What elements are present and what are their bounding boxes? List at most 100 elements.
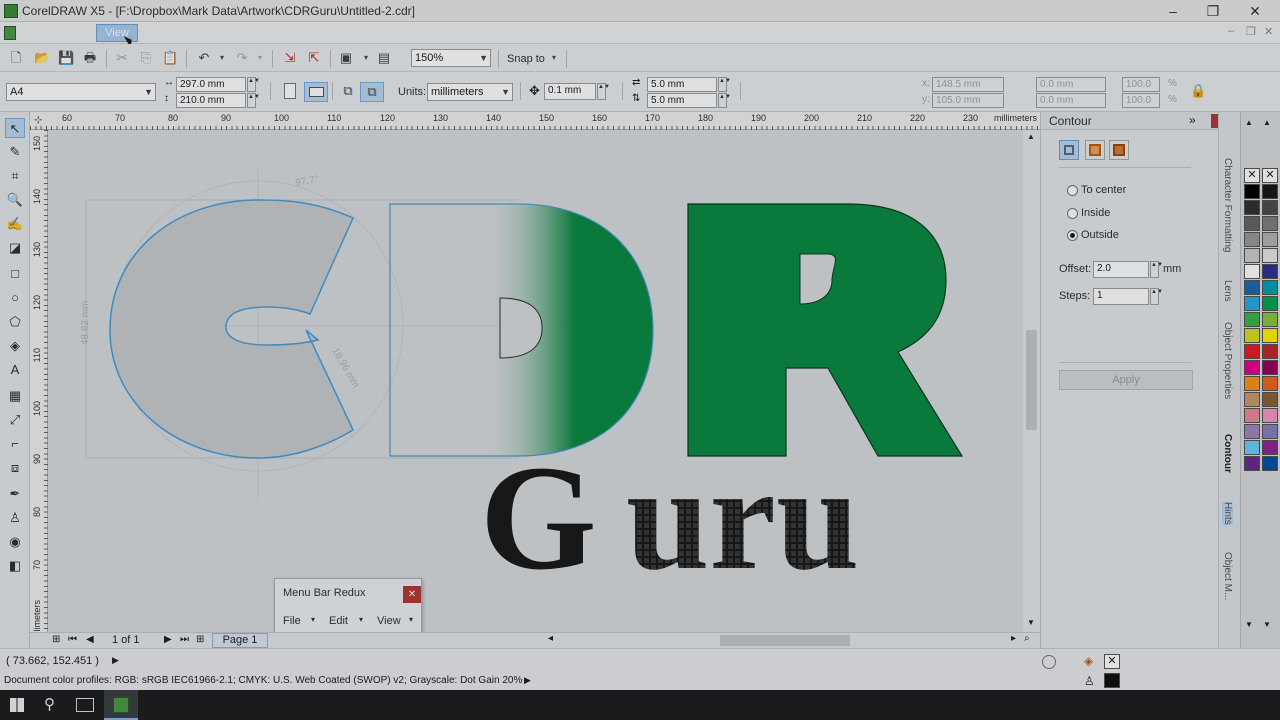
- scroll-right-icon[interactable]: ▸: [1011, 633, 1016, 644]
- expand-status-icon[interactable]: ▶: [112, 655, 119, 666]
- connector-tool-icon[interactable]: ⌐: [5, 434, 25, 454]
- duplicate-x-spinner[interactable]: ▲▼: [718, 77, 731, 92]
- fill-tool-icon[interactable]: ◉: [5, 532, 25, 552]
- palette-swatch[interactable]: [1244, 312, 1260, 327]
- palette-swatch[interactable]: [1262, 344, 1278, 359]
- paper-type-combo[interactable]: A4 ▼: [6, 83, 156, 101]
- nudge-distance-field[interactable]: 0.1 mm: [544, 83, 596, 100]
- duplicate-y-field[interactable]: 5.0 mm: [647, 93, 717, 108]
- steps-field[interactable]: 1: [1093, 288, 1149, 305]
- open-icon[interactable]: 📂: [34, 50, 50, 66]
- print-icon[interactable]: 🖶: [82, 50, 98, 66]
- expand-profiles-icon[interactable]: ▶: [524, 675, 531, 686]
- mdi-close-button[interactable]: ✕: [1264, 25, 1273, 38]
- chevron-down-icon[interactable]: ▾: [409, 615, 413, 624]
- palette-swatch[interactable]: [1244, 232, 1260, 247]
- palette-swatch[interactable]: [1262, 248, 1278, 263]
- save-icon[interactable]: 💾: [58, 50, 74, 66]
- drawing-canvas[interactable]: G uru 97.7° 18.96 mm 48.82 mm: [48, 130, 1023, 632]
- palette-swatch[interactable]: [1244, 296, 1260, 311]
- floatbar-menu-view[interactable]: View: [377, 615, 401, 627]
- redo-icon[interactable]: ↷: [234, 50, 250, 66]
- pick-tool-icon[interactable]: ↖: [5, 118, 25, 138]
- rectangle-tool-icon[interactable]: □: [5, 264, 25, 284]
- paste-icon[interactable]: 📋: [162, 50, 178, 66]
- palette-swatch[interactable]: [1262, 328, 1278, 343]
- chevron-down-icon[interactable]: ▾: [359, 615, 363, 624]
- no-color-swatch[interactable]: ✕: [1244, 168, 1260, 183]
- palette-swatch[interactable]: [1262, 280, 1278, 295]
- tab-contour[interactable]: Contour: [1222, 434, 1233, 473]
- palette-swatch[interactable]: [1244, 280, 1260, 295]
- copy-icon[interactable]: ⎘: [138, 50, 154, 66]
- palette-swatch[interactable]: [1262, 456, 1278, 471]
- palette-swatch[interactable]: [1244, 248, 1260, 263]
- chevron-down-icon[interactable]: ▾: [311, 615, 315, 624]
- radio-outside[interactable]: [1067, 230, 1078, 241]
- zoom-tool-icon[interactable]: 🔍: [5, 190, 25, 210]
- mdi-minimize-button[interactable]: –: [1228, 25, 1234, 37]
- snap-to-button[interactable]: Snap to: [507, 53, 545, 65]
- tab-lens[interactable]: Lens: [1222, 280, 1233, 302]
- palette-swatch[interactable]: [1262, 216, 1278, 231]
- portrait-icon[interactable]: [284, 83, 296, 99]
- outline-color-swatch[interactable]: [1104, 673, 1120, 688]
- palette-scroll-down-icon[interactable]: ▼: [1263, 620, 1271, 629]
- palette-swatch[interactable]: [1244, 408, 1260, 423]
- palette-swatch[interactable]: [1244, 264, 1260, 279]
- menu-bar-redux-toolbar[interactable]: Menu Bar Redux ✕ File ▾ Edit ▾ View ▾: [274, 578, 422, 634]
- mdi-restore-button[interactable]: ❐: [1246, 25, 1256, 38]
- all-pages-icon[interactable]: ⧉: [340, 83, 356, 99]
- export-icon[interactable]: ⇱: [306, 50, 322, 66]
- scroll-left-icon[interactable]: ◂: [548, 633, 553, 644]
- new-document-icon[interactable]: 🗋: [8, 50, 24, 66]
- palette-swatch[interactable]: [1244, 184, 1260, 199]
- tab-object-manager[interactable]: Object M...: [1222, 552, 1233, 600]
- page-tab[interactable]: Page 1: [212, 633, 268, 648]
- launcher-dropdown-icon[interactable]: ▾: [358, 50, 374, 66]
- palette-scroll-up-icon[interactable]: ▲: [1245, 118, 1253, 127]
- eyedropper-tool-icon[interactable]: ✒: [5, 484, 25, 504]
- import-icon[interactable]: ⇲: [282, 50, 298, 66]
- snap-to-dropdown-icon[interactable]: ▾: [546, 50, 562, 66]
- vertical-scroll-thumb[interactable]: [1026, 330, 1037, 430]
- palette-swatch[interactable]: [1262, 392, 1278, 407]
- palette-swatch[interactable]: [1262, 440, 1278, 455]
- welcome-screen-icon[interactable]: ▤: [376, 50, 392, 66]
- palette-scroll-up-icon[interactable]: ▲: [1263, 118, 1271, 127]
- floatbar-menu-edit[interactable]: Edit: [329, 615, 348, 627]
- word-guru-mosaic[interactable]: uru: [626, 435, 859, 601]
- current-page-button[interactable]: ⧉: [360, 82, 384, 102]
- previous-page-icon[interactable]: ◀: [86, 634, 94, 645]
- minimize-button[interactable]: –: [1158, 1, 1188, 21]
- document-icon[interactable]: [4, 26, 16, 40]
- basic-shapes-tool-icon[interactable]: ◈: [5, 336, 25, 356]
- palette-swatch[interactable]: [1262, 200, 1278, 215]
- color-profiles-text[interactable]: Document color profiles: RGB: sRGB IEC61…: [4, 675, 522, 686]
- steps-spinner[interactable]: ▲▼: [1150, 288, 1163, 305]
- freehand-tool-icon[interactable]: ✍: [5, 214, 25, 234]
- palette-swatch[interactable]: [1244, 456, 1260, 471]
- paper-width-field[interactable]: 297.0 mm: [176, 77, 246, 92]
- crop-tool-icon[interactable]: ⌗: [5, 166, 25, 186]
- landscape-button[interactable]: [304, 82, 328, 102]
- tab-hints[interactable]: Hints: [1222, 502, 1233, 525]
- shape-tool-icon[interactable]: ✎: [5, 142, 25, 162]
- palette-swatch[interactable]: [1244, 216, 1260, 231]
- palette-swatch[interactable]: [1244, 360, 1260, 375]
- palette-swatch[interactable]: [1262, 424, 1278, 439]
- coreldraw-taskbar-button[interactable]: [104, 690, 138, 720]
- add-page-before-icon[interactable]: ⊞: [52, 634, 60, 645]
- undo-icon[interactable]: ↶: [196, 50, 212, 66]
- palette-swatch[interactable]: [1262, 296, 1278, 311]
- ellipse-tool-icon[interactable]: ○: [5, 288, 25, 308]
- next-page-icon[interactable]: ▶: [164, 634, 172, 645]
- paper-width-spinner[interactable]: ▲▼: [247, 77, 260, 92]
- duplicate-y-spinner[interactable]: ▲▼: [718, 93, 731, 108]
- first-page-icon[interactable]: ⏮: [68, 634, 77, 645]
- lock-ratio-icon[interactable]: 🔒: [1190, 83, 1206, 99]
- smart-fill-tool-icon[interactable]: ◪: [5, 238, 25, 258]
- palette-swatch[interactable]: [1262, 184, 1278, 199]
- offset-spinner[interactable]: ▲▼: [1150, 261, 1163, 278]
- contour-inside-button[interactable]: [1085, 140, 1105, 160]
